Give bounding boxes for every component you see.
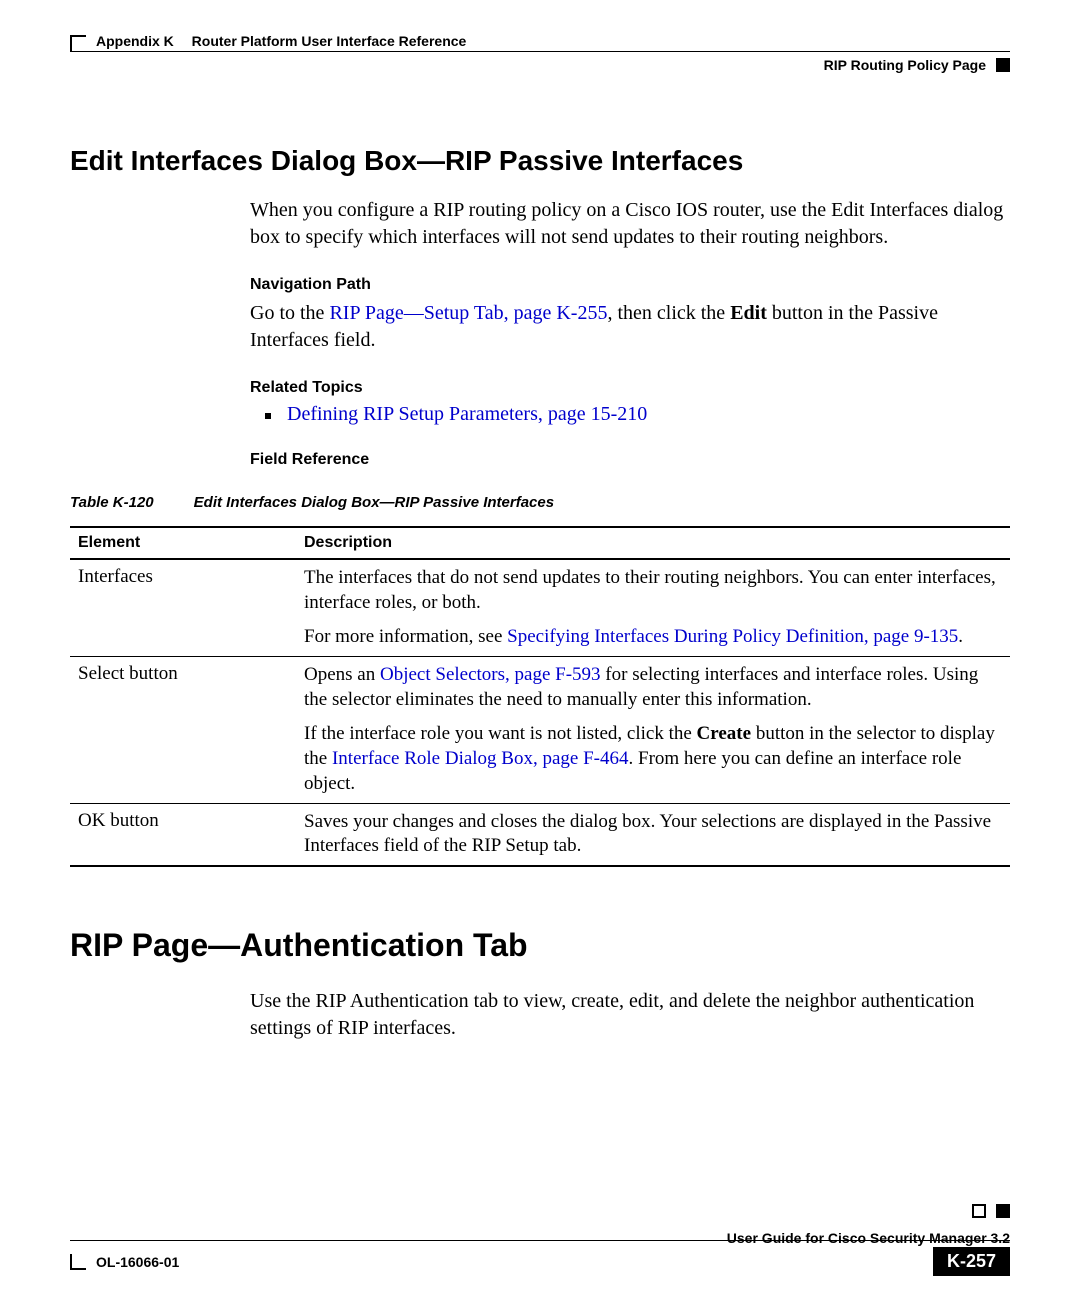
page-number: K-257: [933, 1247, 1010, 1276]
th-element: Element: [70, 527, 296, 559]
appendix-label: Appendix K Router Platform User Interfac…: [96, 33, 466, 49]
link-defining-rip-setup[interactable]: Defining RIP Setup Parameters, page 15-2…: [287, 403, 647, 426]
square-outline-icon: [972, 1204, 986, 1218]
section-heading-edit-interfaces: Edit Interfaces Dialog Box—RIP Passive I…: [70, 145, 1010, 177]
th-description: Description: [296, 527, 1010, 559]
link-object-selectors[interactable]: Object Selectors, page F-593: [380, 664, 601, 685]
link-specifying-interfaces[interactable]: Specifying Interfaces During Policy Defi…: [507, 626, 958, 647]
page-body: Edit Interfaces Dialog Box—RIP Passive I…: [70, 145, 1010, 1042]
text: .: [958, 626, 963, 647]
cell-description: The interfaces that do not send updates …: [296, 559, 1010, 657]
table-row: OK button Saves your changes and closes …: [70, 803, 1010, 866]
text: Go to the: [250, 302, 329, 324]
header-section-row: RIP Routing Policy Page: [824, 57, 1010, 73]
text: Opens an Object Selectors, page F-593 fo…: [304, 663, 1002, 712]
field-reference-table: Element Description Interfaces The inter…: [70, 526, 1010, 867]
cell-description: Opens an Object Selectors, page F-593 fo…: [296, 657, 1010, 803]
cell-element: Interfaces: [70, 559, 296, 657]
text: Saves your changes and closes the dialog…: [304, 810, 1002, 859]
header-rule: [70, 51, 1010, 52]
related-topic-item: Defining RIP Setup Parameters, page 15-2…: [265, 403, 1010, 426]
table-title: Edit Interfaces Dialog Box—RIP Passive I…: [194, 494, 554, 511]
doc-id-text: OL-16066-01: [96, 1254, 179, 1270]
bullet-icon: [265, 413, 271, 419]
bold-edit: Edit: [730, 302, 767, 324]
bold-create: Create: [697, 723, 752, 744]
table-row: Select button Opens an Object Selectors,…: [70, 657, 1010, 803]
text: For more information, see: [304, 626, 507, 647]
guide-title: User Guide for Cisco Security Manager 3.…: [727, 1230, 1010, 1246]
intro-paragraph: When you configure a RIP routing policy …: [250, 197, 1010, 251]
footer-row: OL-16066-01 K-257: [70, 1247, 1010, 1276]
square-icon: [996, 1204, 1010, 1218]
cell-element: OK button: [70, 803, 296, 866]
cell-element: Select button: [70, 657, 296, 803]
text: If the interface role you want is not li…: [304, 723, 697, 744]
field-reference-heading: Field Reference: [250, 451, 1010, 469]
table-row: Interfaces The interfaces that do not se…: [70, 559, 1010, 657]
related-topics-heading: Related Topics: [250, 379, 1010, 397]
table-caption: Table K-120 Edit Interfaces Dialog Box—RI…: [70, 494, 1010, 511]
link-interface-role-dialog[interactable]: Interface Role Dialog Box, page F-464: [332, 748, 629, 769]
nav-path-heading: Navigation Path: [250, 276, 1010, 294]
doc-id: OL-16066-01: [70, 1254, 179, 1270]
text: The interfaces that do not send updates …: [304, 566, 1002, 615]
crop-mark-icon: [70, 1254, 86, 1270]
text: For more information, see Specifying Int…: [304, 625, 1002, 650]
text: If the interface role you want is not li…: [304, 722, 1002, 796]
nav-path-text: Go to the RIP Page—Setup Tab, page K-255…: [250, 300, 1010, 354]
document-page: Appendix K Router Platform User Interfac…: [0, 0, 1080, 1311]
link-rip-setup-tab[interactable]: RIP Page—Setup Tab, page K-255: [329, 302, 607, 324]
square-icon: [996, 58, 1010, 72]
page-footer: User Guide for Cisco Security Manager 3.…: [70, 1240, 1010, 1276]
auth-intro-paragraph: Use the RIP Authentication tab to view, …: [250, 988, 1010, 1042]
cell-description: Saves your changes and closes the dialog…: [296, 803, 1010, 866]
page-header: Appendix K Router Platform User Interfac…: [70, 35, 1010, 85]
header-section-label: RIP Routing Policy Page: [824, 57, 986, 73]
table-number: Table K-120: [70, 494, 154, 511]
crop-mark-icon: [70, 35, 86, 51]
text: Opens an: [304, 664, 380, 685]
text: , then click the: [607, 302, 730, 324]
section-heading-auth-tab: RIP Page—Authentication Tab: [70, 927, 1010, 964]
